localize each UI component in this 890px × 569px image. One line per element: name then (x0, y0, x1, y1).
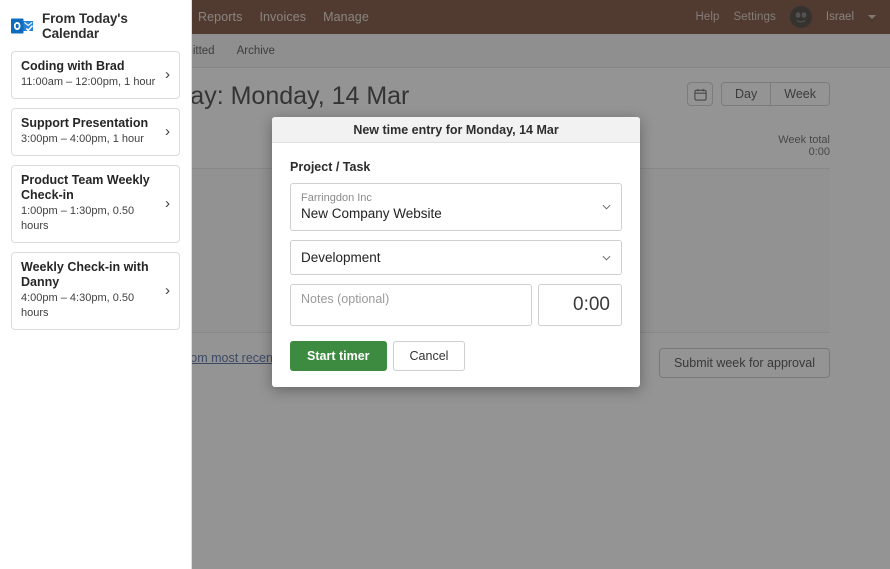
event-time: 1:00pm – 1:30pm, 0.50 hours (21, 204, 157, 234)
chevron-right-icon[interactable]: › (163, 123, 170, 140)
dialog-header: New time entry for Monday, 14 Mar (272, 117, 640, 143)
event-time: 3:00pm – 4:00pm, 1 hour (21, 132, 157, 147)
event-title: Weekly Check-in with Danny (21, 260, 157, 290)
timer-display[interactable]: 0:00 (538, 284, 622, 326)
chevron-right-icon[interactable]: › (163, 282, 170, 299)
sidebar-title: From Today's Calendar (42, 11, 181, 41)
start-timer-button[interactable]: Start timer (290, 341, 387, 371)
chevron-right-icon[interactable]: › (163, 195, 170, 212)
project-name: New Company Website (301, 205, 593, 222)
chevron-down-icon (602, 203, 611, 212)
new-time-entry-dialog: New time entry for Monday, 14 Mar Projec… (272, 117, 640, 387)
outlook-icon (11, 16, 33, 36)
project-task-label: Project / Task (290, 160, 622, 174)
project-select[interactable]: Farringdon Inc New Company Website (290, 183, 622, 231)
calendar-event-list: Coding with Brad 11:00am – 12:00pm, 1 ho… (0, 41, 191, 330)
chevron-down-icon (602, 253, 611, 262)
event-title: Product Team Weekly Check-in (21, 173, 157, 203)
dialog-body: Project / Task Farringdon Inc New Compan… (272, 143, 640, 387)
task-select[interactable]: Development (290, 240, 622, 275)
calendar-sidebar: From Today's Calendar Coding with Brad 1… (0, 0, 192, 569)
event-title: Support Presentation (21, 116, 157, 131)
calendar-event-item[interactable]: Weekly Check-in with Danny 4:00pm – 4:30… (11, 252, 180, 330)
cancel-button[interactable]: Cancel (393, 341, 466, 371)
project-client-name: Farringdon Inc (301, 191, 593, 205)
calendar-event-item[interactable]: Product Team Weekly Check-in 1:00pm – 1:… (11, 165, 180, 243)
notes-timer-row: 0:00 (290, 284, 622, 326)
sidebar-header: From Today's Calendar (0, 0, 191, 41)
event-time: 11:00am – 12:00pm, 1 hour (21, 75, 157, 90)
notes-input[interactable] (290, 284, 532, 326)
dialog-actions: Start timer Cancel (290, 341, 622, 371)
event-title: Coding with Brad (21, 59, 157, 74)
chevron-right-icon[interactable]: › (163, 66, 170, 83)
task-name: Development (301, 249, 593, 266)
dialog-title: New time entry for Monday, 14 Mar (353, 123, 558, 137)
event-time: 4:00pm – 4:30pm, 0.50 hours (21, 291, 157, 321)
calendar-event-item[interactable]: Support Presentation 3:00pm – 4:00pm, 1 … (11, 108, 180, 156)
calendar-event-item[interactable]: Coding with Brad 11:00am – 12:00pm, 1 ho… (11, 51, 180, 99)
